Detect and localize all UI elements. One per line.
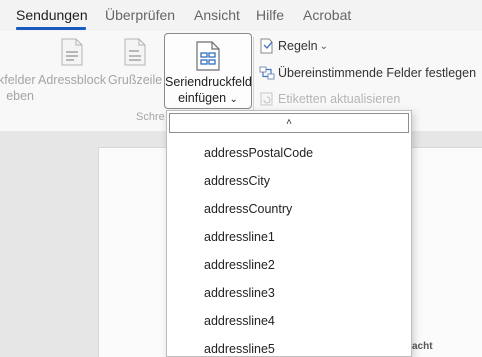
greeting-line-label: Grußzeile	[108, 73, 163, 87]
merge-field-item[interactable]: addressline3	[204, 286, 275, 300]
insert-merge-field-label-line2: einfügen ⌄	[165, 90, 251, 108]
address-block-icon	[61, 38, 83, 66]
chevron-down-icon: ⌄	[229, 94, 238, 105]
merge-field-item[interactable]: addressPostalCode	[204, 146, 313, 160]
document-partial-text: acht	[412, 341, 433, 352]
greeting-line-icon	[124, 38, 146, 66]
rules-button[interactable]: Regeln ⌄	[259, 38, 328, 54]
scroll-up-button[interactable]: ˄	[169, 113, 409, 133]
rules-chevron-icon: ⌄	[319, 40, 329, 52]
insert-merge-field-icon	[196, 41, 220, 71]
address-block-label: Adressblock	[38, 73, 107, 87]
ribbon-group-label: Schre	[136, 111, 165, 123]
insert-merge-field-label-line1: Seriendruckfeld	[165, 75, 252, 89]
greeting-line-button[interactable]: Grußzeile	[108, 38, 162, 98]
rules-label: Regeln	[278, 39, 318, 53]
tab-hilfe[interactable]: Hilfe	[256, 7, 284, 23]
merge-field-item[interactable]: addressline5	[204, 342, 275, 356]
highlight-fields-button[interactable]: kfelder eben	[0, 72, 36, 104]
update-labels-label: Etiketten aktualisieren	[278, 92, 401, 106]
merge-field-item[interactable]: addressline1	[204, 230, 275, 244]
merge-field-item[interactable]: addressCountry	[204, 202, 292, 216]
match-fields-label: Übereinstimmende Felder festlegen	[278, 66, 477, 80]
merge-field-item[interactable]: addressline4	[204, 314, 275, 328]
update-labels-button[interactable]: Etiketten aktualisieren	[259, 91, 400, 107]
highlight-fields-label-line1: kfelder	[0, 73, 36, 87]
match-fields-icon	[259, 66, 275, 80]
ribbon-separator	[253, 37, 254, 117]
merge-field-item[interactable]: addressline2	[204, 258, 275, 272]
merge-field-item[interactable]: addressCity	[204, 174, 270, 188]
tab-ansicht[interactable]: Ansicht	[194, 7, 240, 23]
merge-field-dropdown: ˄ addressPostalCode addressCity addressC…	[166, 110, 412, 357]
tab-ueberpruefen[interactable]: Überprüfen	[105, 7, 175, 23]
match-fields-button[interactable]: Übereinstimmende Felder festlegen	[259, 65, 476, 81]
tab-acrobat[interactable]: Acrobat	[303, 7, 351, 23]
insert-merge-field-label-text: einfügen	[178, 91, 227, 105]
rules-icon	[260, 38, 273, 54]
tab-sendungen[interactable]: Sendungen	[16, 7, 88, 23]
active-tab-indicator	[16, 27, 86, 30]
insert-merge-field-button[interactable]: Seriendruckfeld einfügen ⌄	[164, 33, 252, 109]
address-block-button[interactable]: Adressblock	[38, 38, 106, 98]
ribbon-tab-bar: Sendungen Überprüfen Ansicht Hilfe Acrob…	[0, 0, 482, 31]
highlight-fields-label-line2: eben	[6, 89, 34, 103]
update-labels-icon	[260, 92, 273, 106]
